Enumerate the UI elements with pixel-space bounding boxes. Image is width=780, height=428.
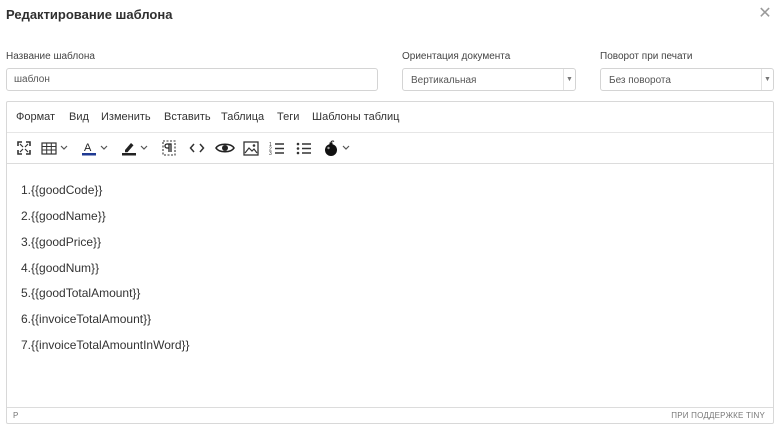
editor-toolbar: A 123 bbox=[7, 133, 773, 164]
orientation-value: Вертикальная bbox=[411, 75, 477, 86]
bullet-list-icon[interactable] bbox=[296, 138, 312, 158]
chevron-down-icon bbox=[342, 145, 350, 150]
preview-icon[interactable] bbox=[215, 138, 235, 158]
menu-view[interactable]: Вид bbox=[69, 111, 89, 123]
chevron-down-icon: ▼ bbox=[761, 69, 773, 90]
source-code-icon[interactable] bbox=[189, 138, 205, 158]
highlight-color-button[interactable] bbox=[121, 138, 148, 158]
bomb-icon bbox=[325, 139, 337, 156]
content-line: 3.{{goodPrice}} bbox=[21, 235, 102, 249]
orientation-label: Ориентация документа bbox=[402, 51, 511, 62]
text-color-icon: A bbox=[82, 142, 96, 156]
image-icon[interactable] bbox=[243, 138, 259, 158]
menu-tags[interactable]: Теги bbox=[277, 111, 299, 123]
editor-content[interactable]: 1.{{goodCode}} 2.{{goodName}} 3.{{goodPr… bbox=[7, 164, 773, 408]
numbered-list-icon[interactable]: 123 bbox=[269, 138, 285, 158]
template-edit-dialog: Редактирование шаблона ✕ Название шаблон… bbox=[0, 0, 780, 428]
editor-statusbar: P ПРИ ПОДДЕРЖКЕ TINY bbox=[7, 407, 773, 423]
chevron-down-icon: ▼ bbox=[563, 69, 575, 90]
text-color-button[interactable]: A bbox=[81, 138, 108, 158]
template-name-input[interactable] bbox=[6, 68, 378, 91]
table-icon bbox=[41, 141, 57, 155]
content-line: 4.{{goodNum}} bbox=[21, 261, 100, 275]
menu-insert[interactable]: Вставить bbox=[164, 111, 211, 123]
menu-table[interactable]: Таблица bbox=[221, 111, 264, 123]
powered-by-link[interactable]: ПРИ ПОДДЕРЖКЕ TINY bbox=[671, 411, 765, 420]
menu-edit[interactable]: Изменить bbox=[101, 111, 151, 123]
orientation-select[interactable]: Вертикальная ▼ bbox=[402, 68, 576, 91]
chevron-down-icon bbox=[140, 145, 148, 150]
content-line: 6.{{invoiceTotalAmount}} bbox=[21, 312, 152, 326]
svg-text:3: 3 bbox=[269, 151, 272, 156]
bomb-button[interactable] bbox=[323, 138, 350, 158]
rotation-select[interactable]: Без поворота ▼ bbox=[600, 68, 774, 91]
content-line: 7.{{invoiceTotalAmountInWord}} bbox=[21, 338, 190, 352]
menu-table-templates[interactable]: Шаблоны таблиц bbox=[312, 111, 399, 123]
highlight-color-icon bbox=[122, 143, 136, 156]
fullscreen-icon[interactable] bbox=[17, 138, 31, 158]
rich-text-editor: Формат Вид Изменить Вставить Таблица Тег… bbox=[6, 101, 774, 424]
svg-text:A: A bbox=[84, 142, 92, 154]
editor-menubar: Формат Вид Изменить Вставить Таблица Тег… bbox=[7, 102, 773, 133]
close-icon[interactable]: ✕ bbox=[758, 6, 772, 22]
element-path[interactable]: P bbox=[13, 411, 18, 420]
template-name-label: Название шаблона bbox=[6, 51, 95, 62]
rotation-value: Без поворота bbox=[609, 75, 671, 86]
page-break-icon[interactable] bbox=[161, 138, 177, 158]
rotation-label: Поворот при печати bbox=[600, 51, 693, 62]
content-line: 2.{{goodName}} bbox=[21, 209, 106, 223]
menu-format[interactable]: Формат bbox=[16, 111, 55, 123]
content-line: 5.{{goodTotalAmount}} bbox=[21, 286, 141, 300]
content-line: 1.{{goodCode}} bbox=[21, 183, 103, 197]
chevron-down-icon bbox=[100, 145, 108, 150]
chevron-down-icon bbox=[60, 145, 68, 150]
table-button[interactable] bbox=[41, 138, 68, 158]
dialog-title: Редактирование шаблона bbox=[6, 7, 173, 22]
